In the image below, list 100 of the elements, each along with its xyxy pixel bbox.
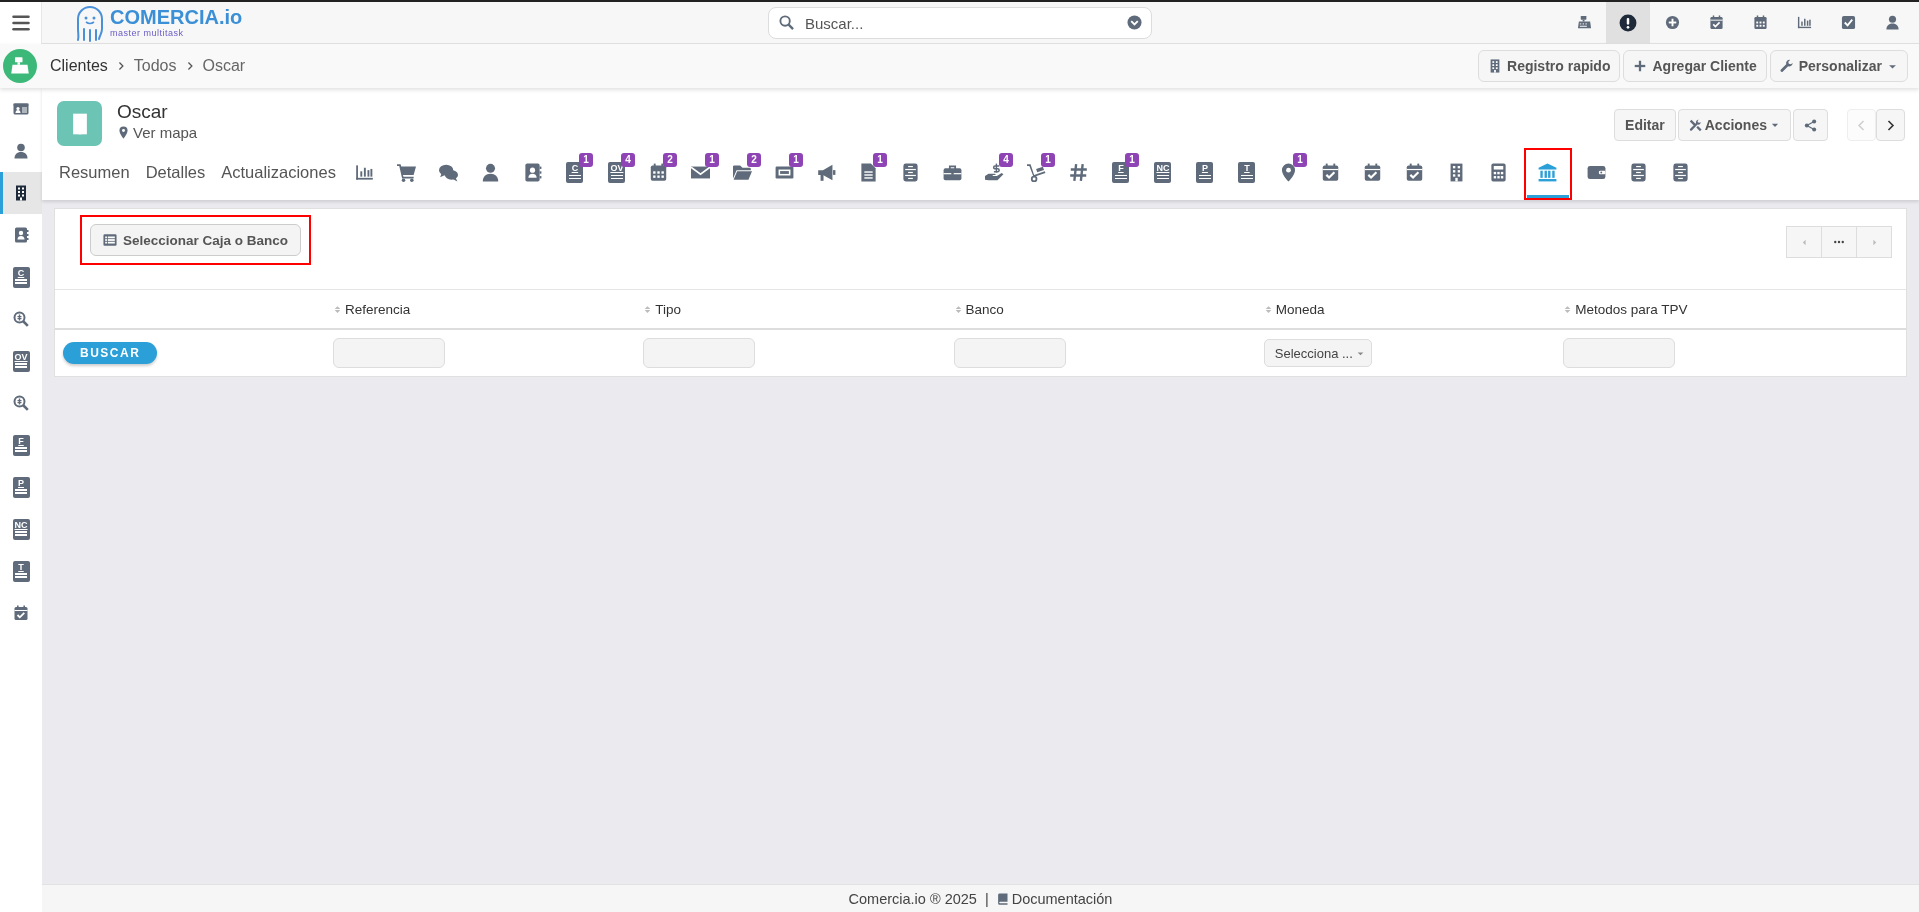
tab[interactable]: 2 bbox=[721, 150, 764, 198]
column-header[interactable]: Banco bbox=[952, 289, 1263, 329]
sidebar-item[interactable]: C bbox=[0, 256, 42, 298]
count-badge: 1 bbox=[579, 153, 593, 167]
breadcrumb-link[interactable]: Oscar bbox=[202, 57, 246, 75]
column-header[interactable]: Metodos para TPV bbox=[1562, 289, 1906, 329]
header-button[interactable]: Agregar Cliente bbox=[1623, 50, 1767, 82]
folder-icon bbox=[733, 163, 753, 182]
plus-icon bbox=[1633, 59, 1648, 73]
actions-dropdown[interactable]: Acciones bbox=[1677, 109, 1791, 141]
tab[interactable]: P bbox=[1183, 150, 1226, 198]
tab[interactable]: Resumen bbox=[57, 150, 138, 198]
wallet-icon bbox=[1587, 163, 1607, 182]
tab[interactable]: 1 bbox=[763, 150, 806, 198]
count-badge: 4 bbox=[999, 153, 1013, 167]
tab[interactable]: OV 4 bbox=[595, 150, 638, 198]
list-icon bbox=[103, 233, 117, 247]
checkbox-icon bbox=[1840, 15, 1856, 30]
caret-circle-icon bbox=[1127, 15, 1142, 30]
tab[interactable]: NC bbox=[1141, 150, 1184, 198]
tab[interactable]: Actualizaciones bbox=[213, 150, 344, 198]
map-link[interactable]: Ver mapa bbox=[117, 123, 198, 141]
bar-chart-icon bbox=[355, 163, 375, 182]
sidebar-item[interactable] bbox=[0, 172, 42, 214]
document-icon: C bbox=[12, 266, 30, 288]
sort-icon bbox=[1563, 304, 1573, 314]
search-icon bbox=[779, 15, 794, 30]
calendar-check-icon bbox=[13, 605, 29, 621]
menu-button[interactable] bbox=[0, 1, 42, 44]
tab[interactable]: 1 bbox=[679, 150, 722, 198]
contact-book-icon bbox=[13, 227, 29, 243]
document-icon: NC bbox=[12, 518, 30, 540]
tab[interactable]: 2 bbox=[637, 150, 680, 198]
tab[interactable]: 4 bbox=[973, 150, 1016, 198]
count-badge: 1 bbox=[705, 153, 719, 167]
column-header[interactable]: Moneda bbox=[1262, 289, 1563, 329]
sidebar-item[interactable]: P bbox=[0, 466, 42, 508]
tools-icon bbox=[1688, 118, 1702, 132]
record-name: Oscar bbox=[117, 101, 169, 124]
tab[interactable]: 1 bbox=[847, 150, 890, 198]
column-header[interactable]: Tipo bbox=[642, 289, 953, 329]
user-icon bbox=[1884, 15, 1900, 30]
toolbar-button[interactable] bbox=[1606, 1, 1650, 44]
tab[interactable]: 1 bbox=[1267, 150, 1310, 198]
calendar-icon bbox=[1752, 15, 1768, 30]
plus-circle-icon bbox=[1664, 15, 1680, 30]
user-icon bbox=[13, 143, 29, 159]
filter-field[interactable] bbox=[643, 338, 756, 368]
map-marker-icon bbox=[117, 125, 130, 139]
header-button[interactable]: Personalizar bbox=[1769, 50, 1908, 82]
tab[interactable]: F 1 bbox=[1099, 150, 1142, 198]
calendar-check-icon bbox=[1405, 163, 1425, 182]
cabinet-icon bbox=[1629, 163, 1649, 182]
tab[interactable]: T bbox=[1225, 150, 1268, 198]
filter-field[interactable] bbox=[953, 338, 1066, 368]
breadcrumb-link[interactable]: Todos bbox=[133, 57, 177, 75]
edit-button[interactable]: Editar bbox=[1614, 109, 1676, 141]
document-icon: NC bbox=[1154, 162, 1172, 183]
briefcase-icon bbox=[943, 163, 963, 182]
cash-register-icon bbox=[1576, 15, 1592, 30]
tab[interactable]: C 1 bbox=[553, 150, 596, 198]
cash-register-icon bbox=[10, 56, 30, 76]
count-badge: 1 bbox=[1041, 153, 1055, 167]
hand-truck-icon bbox=[1027, 163, 1047, 182]
share-button[interactable] bbox=[1793, 109, 1828, 141]
alert-icon bbox=[1619, 13, 1637, 32]
sort-icon bbox=[953, 304, 963, 314]
breadcrumb-link[interactable]: Clientes bbox=[50, 57, 108, 75]
sidebar-item[interactable]: T bbox=[0, 550, 42, 592]
filter-field[interactable] bbox=[333, 338, 445, 368]
sidebar-item[interactable]: F bbox=[0, 424, 42, 466]
search-dollar-icon bbox=[13, 395, 29, 411]
search-field[interactable]: Buscar... bbox=[768, 7, 1152, 39]
header-button[interactable]: Registro rapido bbox=[1478, 50, 1621, 82]
document-icon: OV bbox=[608, 162, 626, 183]
share-icon bbox=[1804, 118, 1817, 132]
sidebar-item[interactable]: NC bbox=[0, 508, 42, 550]
count-badge: 1 bbox=[873, 153, 887, 167]
count-badge: 2 bbox=[747, 153, 761, 167]
count-badge: 4 bbox=[621, 153, 635, 167]
hash-icon bbox=[1069, 163, 1089, 182]
column-header[interactable]: Referencia bbox=[332, 289, 643, 329]
calendar-check-icon bbox=[1363, 163, 1383, 182]
separator-text: | bbox=[984, 890, 989, 907]
select-button[interactable]: Seleccionar Caja o Banco bbox=[90, 224, 302, 256]
tab[interactable]: Detalles bbox=[137, 150, 214, 198]
search-dollar-icon bbox=[13, 311, 29, 327]
bar-chart-icon bbox=[1796, 15, 1812, 30]
calendar-icon bbox=[649, 163, 669, 182]
document-icon: OV bbox=[12, 350, 30, 372]
search-button[interactable]: BUSCAR bbox=[63, 342, 158, 364]
tab[interactable]: 1 bbox=[1015, 150, 1058, 198]
sort-icon bbox=[333, 304, 342, 314]
filter-field[interactable] bbox=[1563, 338, 1676, 368]
megaphone-icon bbox=[817, 163, 837, 182]
count-badge: 1 bbox=[789, 153, 803, 167]
sidebar-item[interactable]: OV bbox=[0, 340, 42, 382]
documentation-link[interactable]: Documentación bbox=[996, 890, 1113, 907]
logo-name: COMERCIA.io bbox=[110, 7, 243, 27]
filter-select[interactable]: Selecciona ... bbox=[1263, 339, 1372, 367]
